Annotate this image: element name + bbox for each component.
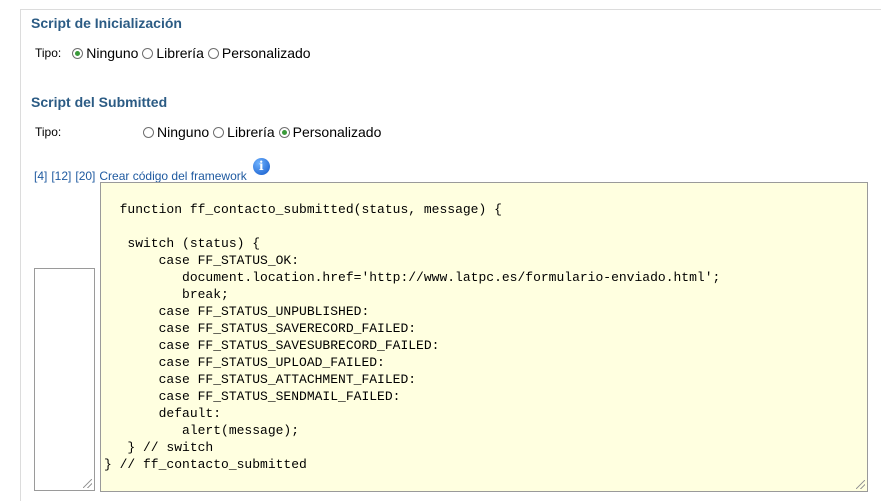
init-option-libreria[interactable]: Librería — [142, 45, 204, 61]
submitted-radio-libreria[interactable] — [213, 126, 225, 138]
submitted-option-label: Librería — [227, 124, 275, 140]
init-option-personalizado[interactable]: Personalizado — [207, 45, 311, 61]
create-framework-code-link[interactable]: Crear código del framework — [99, 169, 246, 183]
init-option-label: Personalizado — [221, 45, 311, 61]
code-editor[interactable]: function ff_contacto_submitted(status, m… — [100, 182, 868, 492]
init-type-label: Tipo: — [35, 46, 62, 60]
submitted-option-libreria[interactable]: Librería — [213, 124, 275, 140]
panel-left-border — [20, 9, 21, 501]
resize-grip-icon[interactable] — [83, 479, 92, 488]
submitted-option-label: Personalizado — [292, 124, 382, 140]
init-option-label: Librería — [156, 45, 204, 61]
submitted-option-personalizado[interactable]: Personalizado — [278, 124, 382, 140]
init-section-title: Script de Inicialización — [31, 15, 182, 31]
submitted-section-title: Script del Submitted — [31, 94, 168, 110]
init-radio-personalizado[interactable] — [207, 47, 219, 59]
size-12-link[interactable]: [12] — [51, 169, 71, 183]
info-icon[interactable]: i — [252, 158, 270, 175]
init-option-ninguno[interactable]: Ninguno — [72, 45, 138, 61]
init-option-label: Ninguno — [86, 45, 139, 61]
submitted-option-ninguno[interactable]: Ninguno — [143, 124, 209, 140]
editor-links: [4] [12] [20] Crear código del framework… — [34, 158, 270, 183]
submitted-option-label: Ninguno — [157, 124, 210, 140]
submitted-type-row: Tipo: Ninguno Librería Personalizado — [35, 124, 385, 140]
init-radio-libreria[interactable] — [142, 47, 154, 59]
submitted-radio-ninguno[interactable] — [143, 126, 154, 138]
line-numbers-box[interactable] — [34, 268, 95, 491]
size-4-link[interactable]: [4] — [34, 169, 47, 183]
init-type-row: Tipo: Ninguno Librería Personalizado — [35, 45, 315, 61]
submitted-type-label: Tipo: — [35, 125, 62, 139]
code-editor-content[interactable]: function ff_contacto_submitted(status, m… — [104, 202, 720, 472]
panel-top-border — [20, 9, 881, 10]
resize-grip-icon[interactable] — [856, 480, 865, 489]
size-20-link[interactable]: [20] — [75, 169, 95, 183]
init-radio-ninguno[interactable] — [72, 47, 84, 59]
submitted-radio-personalizado[interactable] — [278, 126, 290, 138]
